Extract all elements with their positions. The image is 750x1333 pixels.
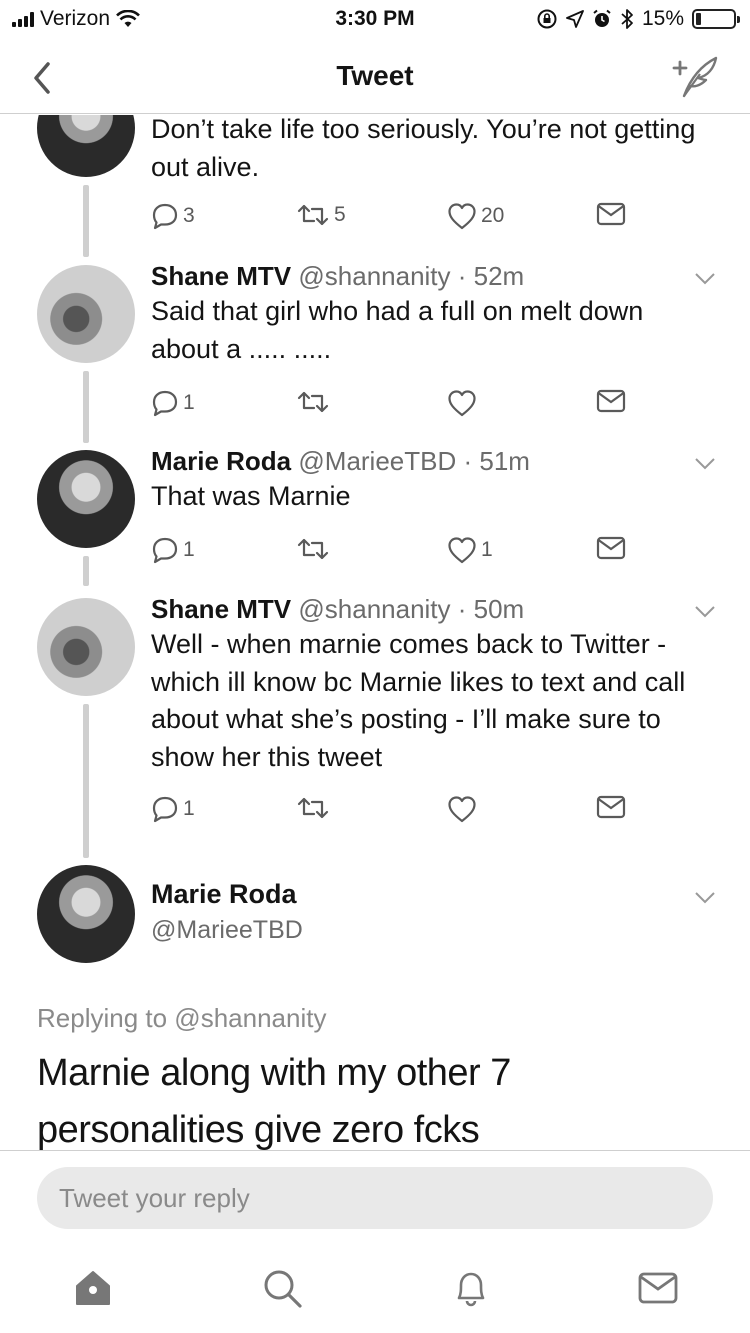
reply-input[interactable] bbox=[37, 1167, 713, 1229]
tweet-text: That was Marnie bbox=[151, 481, 351, 511]
thread-line bbox=[83, 185, 89, 257]
avatar[interactable] bbox=[37, 598, 135, 696]
author-name[interactable]: Shane MTV bbox=[151, 261, 291, 291]
like-button[interactable]: 1 bbox=[447, 536, 493, 564]
tweet-header: Marie Roda @MarieeTBD · 51m bbox=[151, 444, 720, 478]
avatar[interactable] bbox=[37, 865, 135, 963]
author-handle: @MarieeTBD bbox=[151, 916, 303, 944]
battery-fill bbox=[696, 13, 702, 25]
retweet-icon bbox=[297, 204, 329, 226]
reply-count: 1 bbox=[183, 538, 195, 561]
location-icon bbox=[566, 10, 584, 28]
compose-tweet-icon[interactable] bbox=[670, 54, 720, 100]
mail-icon bbox=[596, 536, 626, 560]
battery-icon bbox=[692, 9, 740, 29]
retweet-icon bbox=[297, 538, 329, 560]
reply-count: 1 bbox=[183, 797, 195, 820]
like-button[interactable] bbox=[447, 795, 481, 823]
thread-line bbox=[83, 556, 89, 586]
like-count: 20 bbox=[481, 204, 505, 227]
tweet-actions: 1 1 bbox=[151, 536, 631, 570]
avatar[interactable] bbox=[37, 265, 135, 363]
reply-count: 1 bbox=[183, 391, 195, 414]
reply-icon bbox=[152, 796, 178, 823]
focused-tweet: Marie Roda @MarieeTBD Replying to @shann… bbox=[0, 865, 750, 1150]
retweet-count: 5 bbox=[334, 203, 346, 226]
home-icon[interactable] bbox=[71, 1266, 115, 1310]
retweet-button[interactable]: 5 bbox=[296, 202, 346, 228]
tweet-item[interactable]: Shane MTV @shannanity · 50m Well - when … bbox=[0, 594, 750, 863]
retweet-button[interactable] bbox=[296, 795, 334, 821]
mail-icon bbox=[596, 202, 626, 226]
like-button[interactable] bbox=[447, 389, 481, 417]
reply-button[interactable]: 3 bbox=[151, 202, 195, 230]
avatar[interactable] bbox=[37, 115, 135, 177]
reply-icon bbox=[152, 390, 178, 417]
reply-button[interactable]: 1 bbox=[151, 389, 195, 417]
status-right: 15% bbox=[536, 7, 740, 31]
heart-icon bbox=[448, 796, 476, 823]
avatar[interactable] bbox=[37, 450, 135, 548]
dm-button[interactable] bbox=[596, 536, 626, 560]
dm-button[interactable] bbox=[596, 389, 626, 413]
tweet-item[interactable]: Don’t take life too seriously. You’re no… bbox=[0, 115, 750, 265]
retweet-icon bbox=[297, 391, 329, 413]
replying-to[interactable]: Replying to @shannanity bbox=[37, 1003, 326, 1034]
thread-line bbox=[83, 371, 89, 443]
like-count: 1 bbox=[481, 538, 493, 561]
retweet-icon bbox=[297, 797, 329, 819]
author-handle: @shannanity · 52m bbox=[298, 261, 525, 291]
tweet-item[interactable]: Marie Roda @MarieeTBD · 51m That was Mar… bbox=[0, 446, 750, 598]
heart-icon bbox=[448, 537, 476, 564]
tweet-header: Shane MTV @shannanity · 50m bbox=[151, 592, 720, 626]
chevron-down-icon[interactable] bbox=[694, 891, 716, 905]
reply-button[interactable]: 1 bbox=[151, 795, 195, 823]
mail-icon bbox=[596, 389, 626, 413]
retweet-button[interactable] bbox=[296, 536, 334, 562]
search-icon[interactable] bbox=[260, 1266, 304, 1310]
like-button[interactable]: 20 bbox=[447, 202, 504, 230]
reply-icon bbox=[152, 537, 178, 564]
nav-bar: Tweet bbox=[0, 40, 750, 114]
tweet-text: Don’t take life too seriously. You’re no… bbox=[151, 115, 696, 182]
rotation-lock-icon bbox=[537, 9, 557, 29]
heart-icon bbox=[448, 203, 476, 230]
dm-button[interactable] bbox=[596, 202, 626, 226]
author-handle: @shannanity · 50m bbox=[298, 594, 525, 624]
status-bar: Verizon 3:30 PM 15% bbox=[0, 0, 750, 40]
author-handle: @MarieeTBD · 51m bbox=[298, 446, 530, 476]
battery-percent: 15% bbox=[641, 7, 684, 30]
messages-icon[interactable] bbox=[636, 1266, 680, 1310]
page-title: Tweet bbox=[336, 60, 414, 91]
tab-bar bbox=[0, 1248, 750, 1333]
mail-icon bbox=[596, 795, 626, 819]
reply-count: 3 bbox=[183, 204, 195, 227]
reply-icon bbox=[152, 203, 178, 230]
tweet-actions: 1 bbox=[151, 795, 631, 829]
tweet-thread: Don’t take life too seriously. You’re no… bbox=[0, 115, 750, 1150]
author-name[interactable]: Marie Roda bbox=[151, 446, 291, 476]
notifications-icon[interactable] bbox=[449, 1266, 493, 1310]
alarm-icon bbox=[593, 9, 611, 27]
reply-bar bbox=[0, 1150, 750, 1248]
author-name[interactable]: Shane MTV bbox=[151, 594, 291, 624]
tweet-text: Said that girl who had a full on melt do… bbox=[151, 296, 644, 364]
tweet-text: Well - when marnie comes back to Twitter… bbox=[151, 629, 686, 772]
dm-button[interactable] bbox=[596, 795, 626, 819]
reply-button[interactable]: 1 bbox=[151, 536, 195, 564]
bluetooth-icon bbox=[621, 9, 633, 29]
author-name[interactable]: Marie Roda bbox=[151, 879, 297, 910]
retweet-button[interactable] bbox=[296, 389, 334, 415]
tweet-text: Marnie along with my other 7 personaliti… bbox=[37, 1052, 511, 1150]
tweet-item[interactable]: Shane MTV @shannanity · 52m Said that gi… bbox=[0, 261, 750, 450]
tweet-actions: 3 5 20 bbox=[151, 202, 631, 236]
tweet-actions: 1 bbox=[151, 389, 631, 423]
thread-line bbox=[83, 704, 89, 858]
heart-icon bbox=[448, 390, 476, 417]
tweet-header: Shane MTV @shannanity · 52m bbox=[151, 259, 720, 293]
